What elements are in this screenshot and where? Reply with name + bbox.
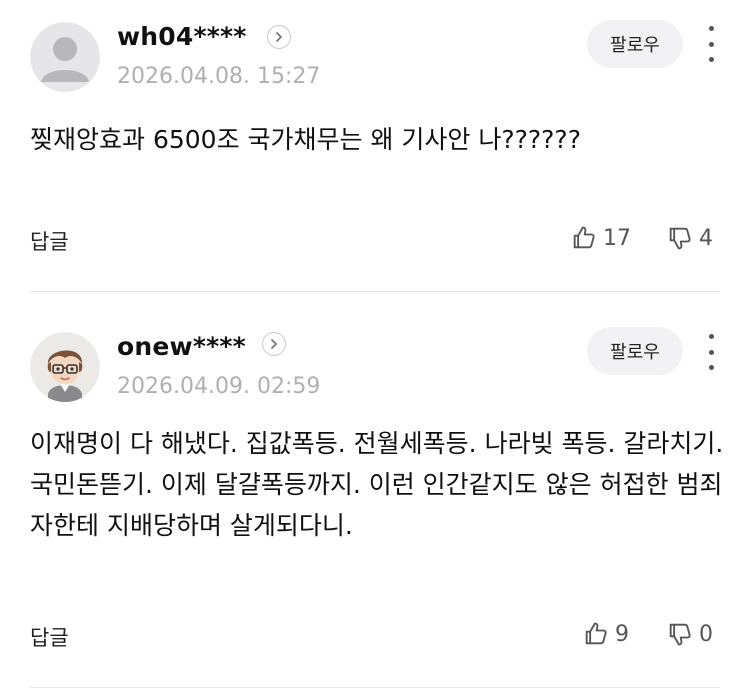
follow-button[interactable]: 팔로우 (587, 327, 683, 375)
thumbs-down-icon (669, 227, 691, 250)
comment-item: wh04**** 2026.04.08. 15:27 팔로우 찢재앙효과 650… (0, 0, 750, 292)
chevron-right-icon (276, 32, 282, 42)
more-options-icon[interactable] (700, 26, 722, 62)
chevron-right-icon (271, 339, 277, 349)
like-count: 9 (615, 621, 629, 647)
thumbs-up-icon (573, 226, 595, 249)
comment-item: onew**** 2026.04.09. 02:59 팔로우 이재명이 다 해냈… (0, 292, 750, 700)
comment-divider (30, 687, 720, 688)
username[interactable]: wh04**** (117, 22, 247, 51)
like-button[interactable]: 9 (582, 620, 629, 648)
thumbs-down-icon (669, 623, 691, 646)
profile-chevron-button[interactable] (262, 332, 286, 356)
more-options-icon[interactable] (700, 334, 722, 370)
thumbs-up-icon (585, 622, 607, 645)
dislike-button[interactable]: 0 (666, 620, 713, 648)
reply-button[interactable]: 답글 (30, 226, 69, 256)
reply-button[interactable]: 답글 (30, 622, 69, 652)
comment-timestamp: 2026.04.08. 15:27 (117, 64, 321, 89)
comment-text: 이재명이 다 해냈다. 집값폭등. 전월세폭등. 나라빚 폭등. 갈라치기. 국… (30, 429, 724, 540)
comment-text: 찢재앙효과 6500조 국가채무는 왜 기사안 나?????? (30, 125, 581, 154)
default-person-icon (30, 22, 100, 92)
like-count: 17 (603, 225, 631, 251)
dislike-button[interactable]: 4 (666, 224, 713, 252)
cartoon-character-avatar (30, 332, 100, 402)
username[interactable]: onew**** (117, 332, 246, 361)
dislike-count: 0 (699, 621, 713, 647)
profile-chevron-button[interactable] (267, 25, 291, 49)
comment-timestamp: 2026.04.09. 02:59 (117, 374, 321, 399)
avatar[interactable] (30, 22, 100, 92)
like-button[interactable]: 17 (570, 224, 631, 252)
avatar[interactable] (30, 332, 100, 402)
follow-button[interactable]: 팔로우 (587, 20, 683, 68)
dislike-count: 4 (699, 225, 713, 251)
